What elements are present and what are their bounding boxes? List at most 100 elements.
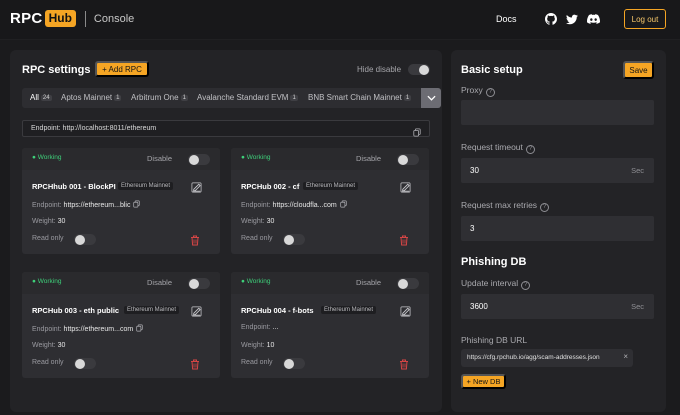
basic-setup-title: Basic setup [461, 64, 523, 76]
help-icon: ? [540, 203, 550, 212]
rpc-settings-panel: RPC settings + Add RPC Hide disable All 2… [10, 50, 442, 412]
chain-tag: Ethereum Mainnet [321, 306, 377, 314]
disable-label: Disable [147, 278, 173, 287]
request-max-retries-label: Request max retries? [461, 200, 550, 212]
read-only-label: Read only [241, 235, 273, 242]
weight-line: Weight: 30 [32, 342, 66, 349]
tabs-more-button[interactable] [421, 88, 441, 108]
phishing-db-url: https://cfg.rpchub.io/agg/scam-addresses… [467, 354, 600, 361]
tab-bnb-smart-chain-mainnet[interactable]: BNB Smart Chain Mainnet 1 [308, 93, 412, 102]
chain-tag: Ethereum Mainnet [303, 182, 359, 190]
unit-label: Sec [631, 302, 644, 311]
status-badge: ● Working [32, 154, 62, 161]
logo-text: RPC [10, 10, 43, 27]
copy-icon [340, 200, 347, 208]
read-only-label: Read only [32, 235, 64, 242]
hide-disable-label: Hide disable [357, 65, 402, 74]
read-only-label: Read only [241, 359, 273, 366]
weight-line: Weight: 10 [241, 342, 275, 349]
trash-icon[interactable] [399, 357, 409, 370]
edit-icon[interactable] [400, 304, 411, 317]
copy-icon [136, 324, 143, 332]
help-icon: ? [525, 145, 535, 154]
disable-toggle[interactable] [188, 154, 210, 165]
disable-label: Disable [356, 278, 382, 287]
github-icon[interactable] [544, 12, 558, 26]
edit-icon[interactable] [400, 180, 411, 193]
request-max-retries-input[interactable]: 3 [461, 216, 654, 241]
trash-icon[interactable] [190, 357, 200, 370]
rpc-card: ● Working Disable RPCHub 004 - f-bots Et… [231, 272, 429, 378]
read-only-toggle[interactable] [283, 358, 305, 369]
chain-tabs: All 24 Aptos Mainnet 1 Arbitrum One 1 Avala… [22, 88, 441, 108]
tab-count-badge: 1 [403, 95, 412, 101]
edit-icon[interactable] [191, 304, 202, 317]
phishing-db-url-chip: https://cfg.rpchub.io/agg/scam-addresses… [461, 349, 633, 367]
status-badge: ● Working [241, 154, 271, 161]
rpc-card: ● Working Disable RPCHub 002 - cf Ethere… [231, 148, 429, 254]
rpc-card: ● Working Disable RPCHub 003 - eth publi… [22, 272, 220, 378]
hide-disable-toggle[interactable] [408, 64, 430, 75]
trash-icon[interactable] [190, 233, 200, 246]
disable-label: Disable [356, 154, 382, 163]
rpc-name: RPCHub 004 - f-bots [241, 306, 314, 315]
help-icon: ? [521, 281, 531, 290]
disable-toggle[interactable] [397, 278, 419, 289]
phishing-db-url-label: Phishing DB URL [461, 335, 528, 345]
tab-count-badge: 24 [40, 95, 52, 101]
proxy-label: Proxy? [461, 85, 495, 97]
logo-badge: Hub [44, 10, 76, 27]
help-icon: ? [485, 88, 495, 97]
read-only-toggle[interactable] [74, 358, 96, 369]
chain-tag: Ethereum Mainnet [124, 306, 180, 314]
top-bar: RPC Hub Console Docs Log out [0, 0, 680, 40]
close-icon[interactable]: × [623, 352, 628, 361]
tab-avalanche-standard-evm[interactable]: Avalanche Standard EVM 1 [197, 93, 298, 102]
rpc-name: RPCHhub 001 - BlockPI [32, 182, 116, 191]
disable-toggle[interactable] [397, 154, 419, 165]
disable-toggle[interactable] [188, 278, 210, 289]
discord-icon[interactable] [586, 12, 600, 26]
twitter-icon[interactable] [565, 12, 579, 26]
update-interval-input[interactable]: 3600 Sec [461, 294, 654, 319]
console-label: Console [93, 12, 135, 25]
unit-label: Sec [631, 166, 644, 175]
endpoint-line: Endpoint: https://cloudfla...com [241, 200, 347, 209]
request-timeout-input[interactable]: 30 Sec [461, 158, 654, 183]
rpc-card: ● Working Disable RPCHhub 001 - BlockPI … [22, 148, 220, 254]
weight-line: Weight: 30 [32, 218, 66, 225]
tab-all[interactable]: All 24 [30, 93, 52, 102]
proxy-input[interactable] [461, 100, 654, 125]
phishing-db-title: Phishing DB [461, 256, 527, 268]
read-only-label: Read only [32, 359, 64, 366]
new-db-button[interactable]: + New DB [461, 374, 506, 389]
weight-line: Weight: 30 [241, 218, 275, 225]
read-only-toggle[interactable] [283, 234, 305, 245]
save-button[interactable]: Save [623, 61, 654, 79]
endpoint-line: Endpoint: https://ethereum...blic [32, 200, 141, 209]
tab-arbitrum-one[interactable]: Arbitrum One 1 [131, 93, 188, 102]
docs-link[interactable]: Docs [496, 14, 517, 24]
update-interval-label: Update interval? [461, 278, 531, 290]
rpc-name: RPCHub 003 - eth public [32, 306, 120, 315]
tab-count-badge: 1 [114, 95, 122, 101]
status-badge: ● Working [241, 278, 271, 285]
copy-icon [133, 200, 141, 208]
basic-setup-panel: Basic setup Save Proxy? Request timeout?… [451, 50, 666, 412]
rpc-settings-title: RPC settings [22, 64, 91, 76]
request-timeout-label: Request timeout? [461, 142, 535, 154]
tab-count-badge: 1 [180, 95, 188, 101]
add-rpc-button[interactable]: + Add RPC [95, 61, 149, 77]
disable-label: Disable [147, 154, 173, 163]
copy-icon[interactable] [413, 124, 421, 142]
tab-count-badge: 1 [290, 95, 298, 101]
read-only-toggle[interactable] [74, 234, 96, 245]
logo[interactable]: RPC Hub Console [10, 10, 134, 27]
trash-icon[interactable] [399, 233, 409, 246]
logout-button[interactable]: Log out [624, 9, 666, 29]
endpoint-line: Endpoint: https://ethereum...com [32, 324, 143, 333]
chain-tag: Ethereum Mainnet [118, 182, 174, 190]
tab-aptos-mainnet[interactable]: Aptos Mainnet 1 [61, 93, 122, 102]
logo-divider [84, 10, 86, 27]
edit-icon[interactable] [191, 180, 202, 193]
